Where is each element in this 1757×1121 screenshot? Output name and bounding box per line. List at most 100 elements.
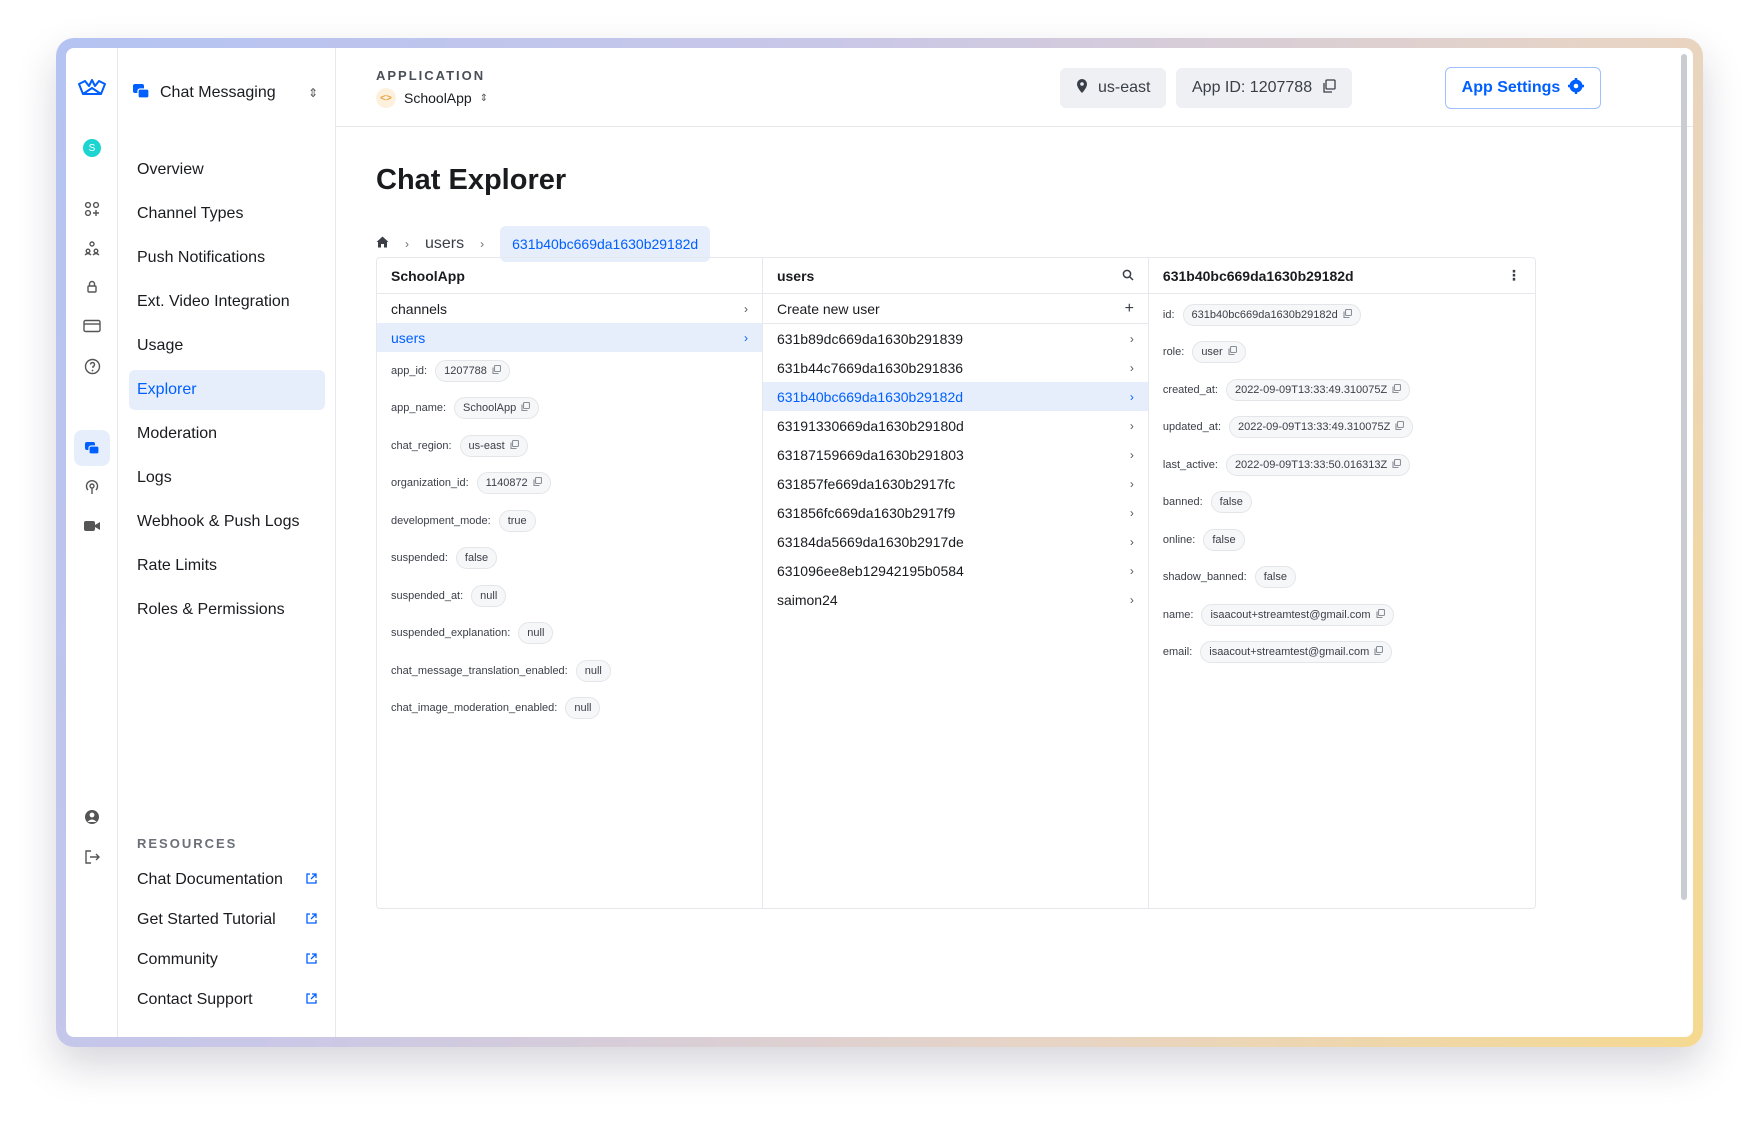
copy-icon[interactable] [1343,308,1352,321]
external-link-icon [306,911,317,929]
field-key: suspended_explanation: [391,627,511,640]
chat-product-icon[interactable] [74,430,110,466]
scrollbar[interactable] [1681,54,1687,900]
user-list-item[interactable]: 631857fe669da1630b2917fc › [763,469,1148,498]
field-value: 1207788 [444,364,487,377]
user-id: 631856fc669da1630b2917f9 [776,504,956,521]
dashboard-icon[interactable] [74,191,110,227]
top-bar: APPLICATION <> SchoolApp ⇕ us-east App I… [336,48,1693,127]
create-user-button[interactable]: Create new user + [762,294,1148,324]
resource-link[interactable]: Chat Documentation [137,860,317,900]
copy-icon[interactable] [1395,421,1405,433]
sidebar-item-push-notifications[interactable]: Push Notifications [129,238,325,278]
sidebar-item-moderation[interactable]: Moderation [129,414,325,454]
field-row: chat_image_moderation_enabled: null [377,690,762,728]
stream-logo-icon[interactable] [74,70,110,106]
sidebar-item-rate-limits[interactable]: Rate Limits [129,546,325,586]
breadcrumb-users[interactable]: users [425,235,464,253]
app-settings-button[interactable]: App Settings [1445,67,1601,109]
user-id: 631b89dc669da1630b291839 [776,330,964,347]
copy-icon[interactable] [521,402,531,414]
user-list-item[interactable]: 63184da5669da1630b2917de › [763,527,1148,556]
copy-icon[interactable] [1375,608,1385,621]
user-list-item[interactable]: saimon24 › [763,585,1148,614]
sidebar-item-overview[interactable]: Overview [129,150,325,190]
field-value-chip[interactable]: 631b40bc669da1630b29182d [1182,303,1361,326]
field-value: false [1219,496,1243,509]
logout-icon[interactable] [74,839,110,875]
account-icon[interactable] [74,799,110,835]
chevron-right-icon: › [480,237,485,251]
field-value-chip[interactable]: user [1192,341,1246,364]
copy-icon[interactable] [1374,646,1384,658]
sidebar-item-logs[interactable]: Logs [129,458,325,498]
video-icon[interactable] [74,508,110,544]
field-row: app_name: SchoolApp [377,390,762,428]
field-value-chip[interactable]: SchoolApp [454,397,540,420]
field-key: organization_id: [391,477,469,490]
copy-icon[interactable] [492,364,501,377]
home-icon[interactable] [376,235,389,253]
field-value-chip[interactable]: 1207788 [435,359,510,382]
field-value-chip[interactable]: 2022-09-09T13:33:49.310075Z [1229,416,1414,439]
tree-item-users[interactable]: users › [377,323,762,352]
sidebar-item-roles[interactable]: Roles & Permissions [129,590,325,630]
sidebar-item-video-integration[interactable]: Ext. Video Integration [129,282,325,322]
user-list-item[interactable]: 631096ee8eb12942195b0584 › [763,556,1148,585]
field-value-chip[interactable]: 1140872 [476,472,551,495]
field-key: created_at: [1162,383,1218,396]
team-icon[interactable] [74,230,110,266]
chat-product-icon [132,83,150,104]
user-list-item[interactable]: 631b89dc669da1630b291839 › [763,324,1148,353]
field-row: organization_id: 1140872 [377,465,762,503]
resource-link[interactable]: Community [137,940,317,980]
resource-link[interactable]: Get Started Tutorial [137,900,317,940]
product-switcher[interactable]: Chat Messaging ⇕ [130,74,326,112]
billing-card-icon[interactable] [74,308,110,344]
user-list-item[interactable]: 631b40bc669da1630b29182d › [762,382,1148,411]
copy-icon[interactable] [510,439,519,452]
field-value-chip[interactable]: us-east [459,434,528,457]
user-list-item[interactable]: 63191330669da1630b29180d › [763,411,1148,440]
org-avatar[interactable]: S [74,130,110,166]
copy-icon[interactable] [1392,383,1402,396]
user-list-item[interactable]: 63187159669da1630b291803 › [763,440,1148,469]
sidebar-item-channel-types[interactable]: Channel Types [129,194,325,234]
sidebar-item-webhook-logs[interactable]: Webhook & Push Logs [129,502,325,542]
field-value-chip[interactable]: isaacout+streamtest@gmail.com [1201,603,1394,626]
field-row: chat_region: us-east [377,427,762,465]
search-icon[interactable] [1122,268,1134,284]
field-row: banned: false [1149,484,1535,522]
copy-icon[interactable] [1322,78,1336,98]
field-value-chip[interactable]: 2022-09-09T13:33:50.016313Z [1225,453,1411,476]
sidebar-item-usage[interactable]: Usage [129,326,325,366]
field-value: false [1263,571,1287,584]
user-list-item[interactable]: 631856fc669da1630b2917f9 › [763,498,1148,527]
chevron-right-icon: › [1129,592,1134,607]
field-key: banned: [1162,496,1203,509]
field-row: shadow_banned: false [1149,559,1535,597]
field-value-chip[interactable]: 2022-09-09T13:33:49.310075Z [1225,378,1411,401]
application-selector[interactable]: <> SchoolApp ⇕ [376,88,488,108]
more-vertical-icon[interactable]: ⋮ [1507,267,1521,284]
livestream-icon[interactable] [74,469,110,505]
field-value-chip: null [518,622,554,645]
copy-icon[interactable] [1392,458,1402,471]
lock-icon[interactable] [74,269,110,305]
field-value: null [574,702,592,715]
field-value-chip[interactable]: isaacout+streamtest@gmail.com [1200,641,1393,664]
app-id-badge[interactable]: App ID: 1207788 [1176,68,1353,108]
tree-item-channels[interactable]: channels › [377,294,762,323]
field-value: null [527,627,545,640]
copy-icon[interactable] [1228,346,1237,358]
external-link-icon [306,951,317,969]
help-icon[interactable] [74,348,110,384]
resource-link[interactable]: Contact Support [137,980,317,1020]
field-key: chat_region: [391,439,452,452]
sidebar-item-explorer[interactable]: Explorer [129,370,325,410]
user-list-item[interactable]: 631b44c7669da1630b291836 › [763,353,1148,382]
copy-icon[interactable] [533,477,542,489]
field-row: suspended_explanation: null [377,615,762,653]
column-title: users [776,267,815,284]
user-id: 631b44c7669da1630b291836 [776,359,964,376]
